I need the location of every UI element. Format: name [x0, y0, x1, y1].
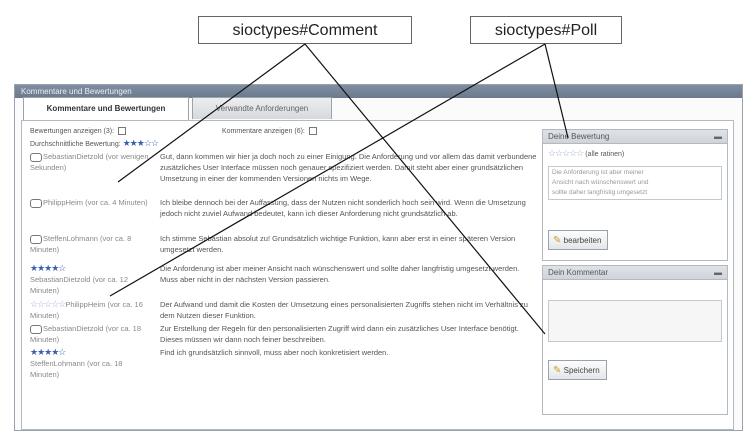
minimize-icon[interactable]: ▬ [714, 130, 722, 143]
rating-option[interactable]: Die Anforderung ist aber meiner [552, 168, 718, 178]
comment-author[interactable]: SebastianDietzold [30, 275, 90, 284]
pencil-icon: ✎ [553, 365, 562, 376]
comment-text: Gut, dann kommen wir hier ja doch noch z… [160, 152, 537, 183]
rating-option[interactable]: Ansicht nach wünschenswert und [552, 178, 718, 188]
comment-box-title: Dein Kommentar [548, 268, 609, 277]
comment-author[interactable]: PhilippHeim [65, 300, 105, 309]
comment-author[interactable]: SebastianDietzold [43, 152, 103, 161]
minimize-icon[interactable]: ▬ [714, 266, 722, 279]
list-item: ★★★★☆ SteffenLohmann (vor ca. 18 Minuten)… [30, 347, 542, 381]
rating-option[interactable]: sollte daher langfristig umgesetzt [552, 188, 718, 198]
average-rating-label: Durchschnittliche Bewertung: [30, 141, 121, 148]
rating-stars: ★★★★☆ [30, 347, 66, 357]
comment-time: (vor ca. 4 Minuten) [85, 198, 148, 207]
show-comments-label: Kommentare anzeigen (6): [222, 127, 305, 135]
rating-stars: ★★★★☆ [30, 263, 66, 273]
comment-text: Zur Erstellung der Regeln für den person… [160, 324, 519, 344]
average-rating-stars: ★★★☆☆ [122, 138, 159, 148]
rating-input-stars[interactable]: ☆☆☆☆☆ [548, 148, 584, 158]
tab-comments-ratings[interactable]: Kommentare und Bewertungen [23, 97, 189, 121]
rating-hint: (alle ratinen) [585, 151, 625, 158]
comment-text: Find ich grundsätzlich sinnvoll, muss ab… [160, 348, 389, 357]
save-button[interactable]: ✎ Speichern [548, 360, 607, 380]
comment-text: Ich bleibe dennoch bei der Auffassung, d… [160, 198, 526, 218]
comment-icon [30, 324, 42, 334]
tab-related-requirements[interactable]: Verwandte Anforderungen [192, 97, 332, 119]
comment-icon [30, 198, 42, 208]
edit-button[interactable]: ✎ bearbeiten [548, 230, 609, 250]
comment-icon [30, 234, 42, 244]
comment-author[interactable]: SteffenLohmann [30, 359, 85, 368]
comment-author[interactable]: SebastianDietzold [43, 324, 103, 333]
pencil-icon: ✎ [553, 235, 562, 246]
callout-poll: sioctypes#Poll [470, 16, 622, 44]
rating-options-list[interactable]: Die Anforderung ist aber meiner Ansicht … [548, 166, 722, 200]
comment-box: Dein Kommentar ▬ ✎ Speichern [542, 265, 728, 415]
show-ratings-checkbox[interactable] [118, 127, 127, 135]
list-item: SebastianDietzold (vor ca. 18 Minuten) Z… [30, 323, 542, 345]
comment-textarea[interactable] [548, 300, 722, 342]
tab-panel: Bewertungen anzeigen (3): Kommentare anz… [21, 120, 734, 430]
show-comments-checkbox[interactable] [308, 127, 317, 135]
comment-text: Der Aufwand und damit die Kosten der Ums… [160, 300, 528, 320]
comments-window: Kommentare und Bewertungen Kommentare un… [14, 84, 743, 431]
list-item: PhilippHeim (vor ca. 4 Minuten) Ich blei… [30, 197, 542, 231]
rating-box: Deine Bewertung ▬ ☆☆☆☆☆ (alle ratinen) Di… [542, 129, 728, 261]
comment-icon [30, 152, 42, 162]
list-item: SebastianDietzold (vor wenigen Sekunden)… [30, 151, 542, 195]
list-item: ★★★★☆ SebastianDietzold (vor ca. 12 Minut… [30, 263, 542, 297]
comment-text: Die Anforderung ist aber meiner Ansicht … [160, 264, 520, 284]
list-item: ☆☆☆☆☆PhilippHeim (vor ca. 16 Minuten) De… [30, 299, 542, 321]
save-button-label: Speichern [563, 366, 600, 375]
comment-text: Ich stimme Sebastian absolut zu! Grundsä… [160, 234, 516, 254]
show-ratings-label: Bewertungen anzeigen (3): [30, 127, 115, 135]
list-item: SteffenLohmann (vor ca. 8 Minuten) Ich s… [30, 233, 542, 257]
comment-author[interactable]: SteffenLohmann [43, 234, 98, 243]
callout-comment: sioctypes#Comment [198, 16, 412, 44]
comment-author[interactable]: PhilippHeim [43, 198, 83, 207]
rating-stars: ☆☆☆☆☆ [30, 299, 66, 309]
rating-box-title: Deine Bewertung [548, 132, 610, 141]
edit-button-label: bearbeiten [563, 236, 602, 245]
